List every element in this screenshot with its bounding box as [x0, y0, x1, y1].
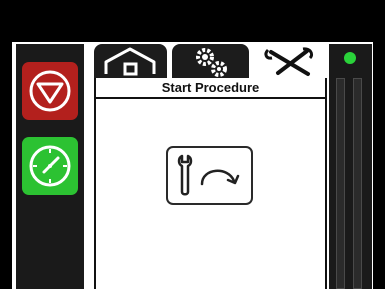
main-content: Start Procedure — [94, 78, 327, 289]
home-icon — [104, 47, 156, 76]
start-button[interactable] — [22, 137, 78, 195]
settings-gears-icon — [196, 48, 227, 77]
start-gauge-icon — [29, 145, 71, 187]
stop-button[interactable] — [22, 62, 78, 120]
level-bar-right — [353, 78, 362, 289]
wrench-rotate-icon — [177, 154, 240, 196]
title-divider — [96, 97, 325, 99]
tools-icon — [264, 47, 314, 76]
tab-tools[interactable] — [254, 44, 325, 80]
start-procedure-button[interactable] — [166, 146, 253, 205]
tab-settings[interactable] — [172, 44, 249, 80]
status-led-icon — [344, 52, 356, 64]
page-title: Start Procedure — [96, 78, 325, 99]
level-bar-left — [336, 78, 345, 289]
tab-home[interactable] — [94, 44, 167, 80]
stop-icon — [29, 70, 71, 112]
